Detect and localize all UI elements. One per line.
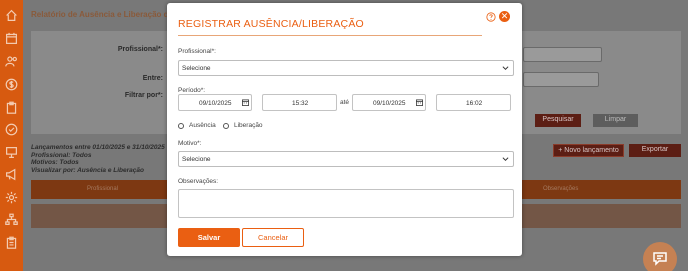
novo-lancamento-button[interactable]: + Novo lançamento [553,144,624,157]
summary-visualizar: Visualizar por: Ausência e Liberação [31,166,144,174]
profissional-label: Profissional*: [178,48,216,55]
clipboard-list-icon[interactable] [5,236,18,249]
page-title: Relatório de Ausência e Liberação de [31,10,173,19]
megaphone-icon[interactable] [5,168,18,181]
title-divider [178,35,482,36]
save-button[interactable]: Salvar [178,228,240,247]
th-profissional: Profissional [87,186,119,192]
profissional-select[interactable]: Selecione [178,60,514,76]
calendar-icon[interactable] [242,99,249,106]
start-time-value: 15:32 [292,100,309,107]
periodo-label: Período*: [178,87,206,94]
close-button[interactable]: ✕ [499,11,510,22]
exportar-button[interactable]: Exportar [629,144,681,157]
end-date-input[interactable]: 09/10/2025 [352,94,426,111]
home-icon[interactable] [5,9,18,22]
registrar-modal: REGISTRAR AUSÊNCIA/LIBERAÇÃO ✕ Profissio… [167,3,522,256]
hierarchy-icon[interactable] [5,213,18,226]
start-date-input[interactable]: 09/10/2025 [178,94,252,111]
motivo-select-value: Selecione [182,156,211,163]
end-time-input[interactable]: 16:02 [436,94,511,111]
motivo-select[interactable]: Selecione [178,151,514,167]
liberacao-label[interactable]: Liberação [234,122,263,129]
calendar-icon[interactable] [5,32,18,45]
modal-title: REGISTRAR AUSÊNCIA/LIBERAÇÃO [178,18,364,30]
end-date-filter[interactable] [523,72,599,87]
summary-motivos: Motivos: Todos [31,159,79,166]
motivo-label: Motivo*: [178,140,202,147]
profissional-select-value: Selecione [182,65,211,72]
start-date-value: 09/10/2025 [199,100,232,107]
summary-period: Lançamentos entre 01/10/2025 e 31/10/202… [31,144,165,151]
close-icon: ✕ [500,11,509,21]
pesquisar-button[interactable]: Pesquisar [535,114,581,127]
dollar-icon[interactable] [5,78,18,91]
profissional-filter-select[interactable] [523,47,602,62]
observacoes-textarea[interactable] [178,189,514,218]
ausencia-label[interactable]: Ausência [189,122,216,129]
ate-label: até [340,99,350,106]
filter-summary: Lançamentos entre 01/10/2025 e 31/10/202… [31,144,165,174]
chevron-down-icon [502,157,509,162]
clipboard-icon[interactable] [5,101,18,114]
chat-button[interactable] [643,242,677,271]
observacoes-label: Observações: [178,178,219,185]
end-date-value: 09/10/2025 [373,100,406,107]
th-observacoes: Observações [543,186,579,192]
users-icon[interactable] [5,55,18,68]
ausencia-radio[interactable] [178,123,184,129]
limpar-button[interactable]: Limpar [593,114,638,127]
end-time-value: 16:02 [466,100,483,107]
cancel-button[interactable]: Cancelar [242,228,304,247]
presentation-icon[interactable] [5,146,18,159]
sidebar [0,0,23,271]
entre-filter-label: Entre: [142,75,163,82]
start-time-input[interactable]: 15:32 [262,94,337,111]
check-circle-icon[interactable] [5,123,18,136]
chat-icon [653,252,667,266]
profissional-filter-label: Profissional*: [117,46,163,53]
chevron-down-icon [502,66,509,71]
help-icon[interactable] [486,12,496,22]
summary-profissional: Profissional: Todos [31,151,92,159]
liberacao-radio[interactable] [223,123,229,129]
gear-icon[interactable] [5,191,18,204]
calendar-icon[interactable] [416,99,423,106]
filtrar-por-label: Filtrar por*: [124,92,163,99]
